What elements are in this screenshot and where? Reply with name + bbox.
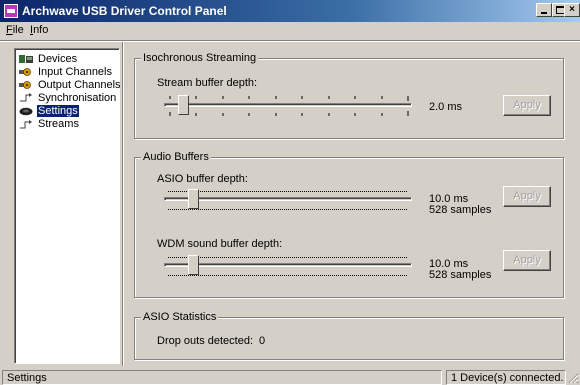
resize-grip-icon[interactable]	[568, 373, 579, 384]
wdm-buffer-thumb[interactable]	[188, 255, 199, 275]
stream-buffer-value: 2.0 ms	[429, 101, 463, 113]
dropouts-label: Drop outs detected:	[157, 335, 254, 347]
input-channels-icon	[19, 68, 31, 76]
apply-stream-buffer-button[interactable]: Apply	[503, 95, 551, 116]
streams-icon	[20, 120, 32, 129]
menu-bar: File Info	[0, 22, 580, 40]
close-button[interactable]: ×	[564, 3, 580, 17]
wdm-buffer-samples: 528 samples	[429, 269, 492, 281]
stream-buffer-thumb[interactable]	[178, 95, 189, 115]
minimize-icon	[541, 12, 547, 14]
output-channels-icon	[19, 81, 31, 89]
asio-buffer-slider[interactable]	[164, 186, 412, 216]
navigation-tree[interactable]: Devices Input Channels Output Channels S…	[14, 48, 121, 364]
apply-asio-buffer-button[interactable]: Apply	[503, 186, 551, 207]
pane-divider[interactable]	[122, 42, 124, 366]
asio-buffer-thumb[interactable]	[188, 189, 199, 209]
wdm-buffer-label: WDM sound buffer depth:	[157, 238, 283, 250]
asio-statistics-title: ASIO Statistics	[141, 311, 219, 323]
audio-buffers-title: Audio Buffers	[141, 151, 211, 163]
stream-buffer-track	[164, 103, 412, 107]
stream-buffer-ticks	[169, 96, 409, 116]
wdm-buffer-track	[164, 263, 412, 267]
wdm-buffer-ticks	[168, 257, 408, 276]
menu-info[interactable]: Info	[30, 24, 48, 36]
asio-buffer-ticks	[168, 191, 408, 210]
title-bar[interactable]: Archwave USB Driver Control Panel ×	[0, 0, 580, 22]
status-bar: Settings 1 Device(s) connected.	[0, 369, 580, 385]
asio-buffer-samples: 528 samples	[429, 204, 492, 216]
control-panel-window: Archwave USB Driver Control Panel × File…	[0, 0, 580, 385]
app-icon	[4, 4, 18, 18]
asio-buffer-label: ASIO buffer depth:	[157, 173, 248, 185]
stream-buffer-slider[interactable]	[164, 92, 412, 122]
menu-file[interactable]: File	[6, 24, 24, 36]
window-title: Archwave USB Driver Control Panel	[22, 4, 227, 18]
menu-separator	[0, 40, 580, 42]
stream-buffer-label: Stream buffer depth:	[157, 77, 258, 89]
settings-icon	[19, 107, 33, 116]
devices-icon	[19, 55, 33, 63]
status-text: Settings	[2, 370, 442, 385]
dropouts-value: 0	[259, 335, 266, 347]
apply-wdm-buffer-button[interactable]: Apply	[503, 250, 551, 271]
sync-icon	[20, 93, 32, 102]
isochronous-streaming-title: Isochronous Streaming	[141, 52, 259, 64]
close-icon: ×	[569, 4, 575, 15]
minimize-button[interactable]	[536, 3, 552, 17]
asio-buffer-track	[164, 197, 412, 201]
wdm-buffer-slider[interactable]	[164, 252, 412, 282]
device-count-status: 1 Device(s) connected.	[446, 370, 566, 385]
